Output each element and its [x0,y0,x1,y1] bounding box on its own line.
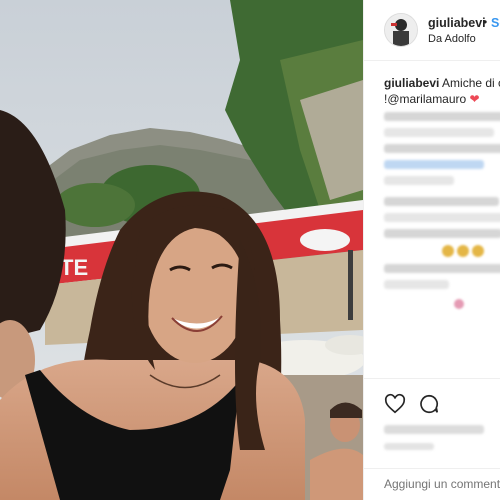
beach-selfie-image: TE [0,0,363,500]
comment-blurred [384,213,500,222]
post-caption: giuliabevi Amiche di c !@marilamauro ❤ [384,75,500,107]
comment-blurred [384,280,449,289]
comment-blurred [384,144,500,153]
separator-dot: • [483,15,488,29]
caption-username[interactable]: giuliabevi [384,76,439,90]
likes-count-blurred [384,425,484,434]
comment-blurred [384,128,494,137]
comment-blurred [384,229,500,238]
comment-blurred [384,176,454,185]
comment-blurred [384,112,500,121]
post-location[interactable]: Da Adolfo [428,33,476,45]
comment-bubble-icon[interactable] [418,393,440,415]
post-actions [364,378,500,469]
emoji-icon [454,299,464,309]
add-comment-input[interactable] [384,477,500,491]
comment-blurred [384,160,484,169]
emoji-icon [457,245,469,257]
comment-blurred [384,197,499,206]
emoji-icon [472,245,484,257]
post-header: giuliabevi • Se Da Adolfo [364,0,500,61]
caption-mention[interactable]: !@marilamauro [384,92,466,106]
avatar-image [385,14,417,46]
avatar[interactable] [384,13,418,47]
emoji-icon [442,245,454,257]
svg-text:TE: TE [60,255,88,280]
heart-outline-icon[interactable] [384,393,406,415]
comment-blurred [384,264,500,273]
post-date-blurred [384,443,434,450]
post-photo[interactable]: TE [0,0,363,500]
post-side-panel: giuliabevi • Se Da Adolfo giuliabevi Ami… [363,0,500,500]
caption-text: Amiche di c [442,76,500,90]
comment-emojis [442,245,500,257]
red-heart-icon: ❤ [469,92,480,106]
add-comment-bar [364,468,500,500]
follow-button[interactable]: Se [491,16,500,30]
comments-list [384,112,500,314]
post-username[interactable]: giuliabevi [428,16,486,30]
